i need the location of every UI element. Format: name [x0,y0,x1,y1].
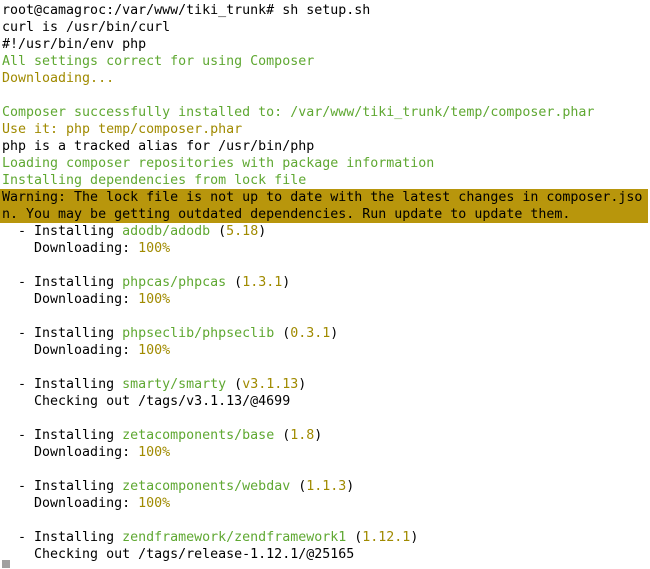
terminal-line: curl is /usr/bin/curl [0,19,650,36]
terminal-text-span: - Installing [2,530,123,545]
terminal-text-span: 1.12.1 [362,530,411,545]
terminal-text-span: 100% [138,496,171,511]
terminal-text-span: php is a tracked alias for /usr/bin/php [2,139,315,154]
terminal-text-span: ) [410,530,419,545]
terminal-text-span: - Installing [2,326,123,341]
terminal-text-span: n. You may be getting outdated dependenc… [2,207,571,222]
terminal-line: - Installing phpseclib/phpseclib (0.3.1) [0,325,650,342]
terminal-text-span: #!/usr/bin/env php [2,37,147,52]
terminal-line: Downloading: 100% [0,495,650,512]
terminal-text-span: - Installing [2,428,123,443]
terminal-line: Use it: php temp/composer.phar [0,121,650,138]
terminal-text-span: zetacomponents/base [122,428,275,443]
terminal-window[interactable]: root@camagroc:/var/www/tiki_trunk# sh se… [0,0,650,569]
terminal-text-span: - Installing [2,479,123,494]
terminal-line: All settings correct for using Composer [0,53,650,70]
terminal-text-span: Checking out /tags/v3.1.13/@4699 [2,394,291,409]
terminal-text-span: Installing dependencies from lock file [2,173,307,188]
terminal-text-span: zendframework/zendframework1 [122,530,347,545]
terminal-line: Checking out /tags/release-1.12.1/@25165 [0,546,650,563]
terminal-text-span: adodb/adodb [122,224,211,239]
terminal-text-span: phpseclib/phpseclib [122,326,275,341]
terminal-line: - Installing zetacomponents/base (1.8) [0,427,650,444]
terminal-text-span: 100% [138,445,171,460]
terminal-text-span: curl is /usr/bin/curl [2,20,171,35]
terminal-text-span: zetacomponents/webdav [122,479,291,494]
terminal-line: - Installing smarty/smarty (v3.1.13) [0,376,650,393]
terminal-text-span: Checking out /tags/release-1.12.1/@25165 [2,547,355,562]
terminal-output: root@camagroc:/var/www/tiki_trunk# sh se… [0,2,650,563]
terminal-line: Composer successfully installed to: /var… [0,104,650,121]
terminal-text-span: Use it: php temp/composer.phar [2,122,243,137]
terminal-text-span: Composer successfully installed to: /var… [2,105,595,120]
terminal-text-span: ) [282,275,291,290]
terminal-line: Downloading: 100% [0,342,650,359]
terminal-text-span: ) [314,428,323,443]
terminal-text-span: - Installing [2,275,123,290]
warning-text: n. You may be getting outdated dependenc… [0,206,648,223]
terminal-line: root@camagroc:/var/www/tiki_trunk# sh se… [0,2,650,19]
terminal-line: Installing dependencies from lock file [0,172,650,189]
terminal-text-span: smarty/smarty [122,377,227,392]
terminal-text-span: ) [330,326,339,341]
terminal-line: Downloading... [0,70,650,87]
terminal-text-span: Warning: The lock file is not up to date… [2,190,643,205]
terminal-line: php is a tracked alias for /usr/bin/php [0,138,650,155]
terminal-text-span: Downloading: [2,445,139,460]
terminal-text-span: Downloading: [2,241,139,256]
terminal-text-span: 1.1.3 [306,479,347,494]
terminal-cursor [2,560,10,568]
terminal-text-span: ) [258,224,267,239]
terminal-line: - Installing adodb/adodb (5.18) [0,223,650,240]
terminal-text-span: Downloading: [2,292,139,307]
terminal-line: #!/usr/bin/env php [0,36,650,53]
terminal-text-span: ( [226,275,243,290]
terminal-text-span: 100% [138,343,171,358]
terminal-line: - Installing zendframework/zendframework… [0,529,650,546]
terminal-text-span: All settings correct for using Composer [2,54,315,69]
terminal-text-span: ( [226,377,243,392]
terminal-text-span: Downloading: [2,343,139,358]
terminal-line: - Installing phpcas/phpcas (1.3.1) [0,274,650,291]
terminal-text-span: root@camagroc:/var/www/tiki_trunk# sh se… [2,3,371,18]
terminal-text-span: ( [274,428,291,443]
terminal-line: Warning: The lock file is not up to date… [0,189,650,206]
terminal-text-span: Downloading... [2,71,115,86]
terminal-text-span: 5.18 [226,224,259,239]
terminal-text-span: 100% [138,292,171,307]
terminal-text-span: phpcas/phpcas [122,275,227,290]
terminal-text-span: ( [290,479,307,494]
terminal-text-span: - Installing [2,224,123,239]
terminal-text-span: 0.3.1 [290,326,331,341]
terminal-text-span: Downloading: [2,496,139,511]
terminal-line: n. You may be getting outdated dependenc… [0,206,650,223]
terminal-text-span: ) [298,377,307,392]
terminal-text-span: v3.1.13 [242,377,299,392]
terminal-line: Checking out /tags/v3.1.13/@4699 [0,393,650,410]
terminal-text-span: 100% [138,241,171,256]
terminal-line: Loading composer repositories with packa… [0,155,650,172]
terminal-text-span: - Installing [2,377,123,392]
terminal-text-span: 1.3.1 [242,275,283,290]
terminal-text-span: ( [274,326,291,341]
terminal-text-span: Loading composer repositories with packa… [2,156,435,171]
terminal-line: Downloading: 100% [0,240,650,257]
terminal-text-span: ( [210,224,227,239]
terminal-line: Downloading: 100% [0,444,650,461]
warning-text: Warning: The lock file is not up to date… [0,189,648,206]
terminal-text-span: ) [346,479,355,494]
terminal-line: Downloading: 100% [0,291,650,308]
terminal-text-span: 1.8 [290,428,315,443]
terminal-line: - Installing zetacomponents/webdav (1.1.… [0,478,650,495]
terminal-text-span: ( [346,530,363,545]
